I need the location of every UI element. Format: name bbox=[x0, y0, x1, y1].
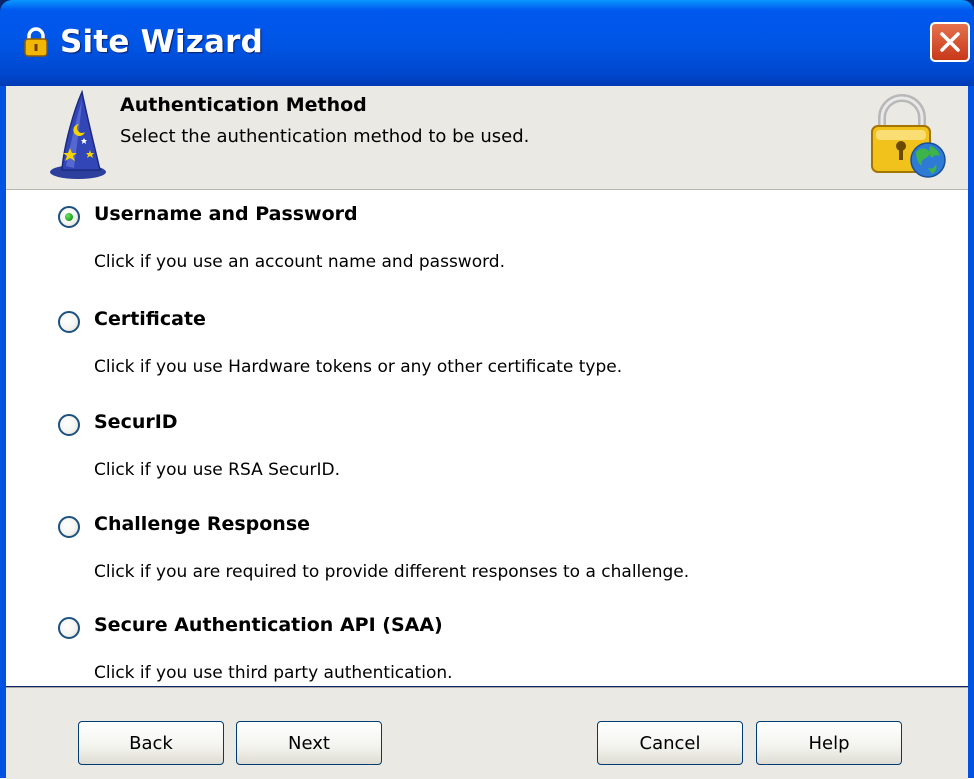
option-description: Click if you are required to provide dif… bbox=[94, 562, 690, 582]
header-subtitle: Select the authentication method to be u… bbox=[120, 126, 530, 147]
close-icon bbox=[940, 32, 960, 52]
header-title: Authentication Method bbox=[120, 94, 367, 116]
option-label[interactable]: Secure Authentication API (SAA) bbox=[94, 614, 443, 636]
option-label[interactable]: SecurID bbox=[94, 411, 178, 433]
radio-saa[interactable] bbox=[58, 617, 80, 639]
option-description: Click if you use Hardware tokens or any … bbox=[94, 357, 623, 377]
window-frame-right bbox=[968, 86, 974, 778]
window-title: Site Wizard bbox=[60, 24, 264, 60]
radio-challenge-response[interactable] bbox=[58, 516, 80, 538]
option-description: Click if you use RSA SecurID. bbox=[94, 460, 340, 480]
help-button[interactable]: Help bbox=[756, 721, 902, 765]
back-button[interactable]: Back bbox=[78, 721, 224, 765]
close-button[interactable] bbox=[930, 22, 970, 62]
lock-globe-icon bbox=[871, 94, 946, 178]
radio-securid[interactable] bbox=[58, 414, 80, 436]
auth-options-panel: Username and Password Click if you use a… bbox=[6, 190, 968, 686]
radio-username-password[interactable] bbox=[58, 206, 80, 228]
radio-selected-dot bbox=[65, 213, 73, 221]
option-label[interactable]: Username and Password bbox=[94, 203, 358, 225]
site-wizard-window: Site Wizard Authentication Method Select… bbox=[0, 0, 974, 779]
option-label[interactable]: Challenge Response bbox=[94, 513, 310, 535]
option-description: Click if you use third party authenticat… bbox=[94, 663, 453, 683]
option-description: Click if you use an account name and pas… bbox=[94, 252, 505, 272]
cancel-button[interactable]: Cancel bbox=[597, 721, 743, 765]
lock-icon bbox=[24, 27, 48, 57]
title-bar[interactable]: Site Wizard bbox=[0, 0, 974, 86]
wizard-hat-icon bbox=[50, 90, 106, 179]
wizard-footer: Back Next Cancel Help bbox=[6, 687, 968, 779]
wizard-header: Authentication Method Select the authent… bbox=[6, 86, 968, 190]
radio-certificate[interactable] bbox=[58, 311, 80, 333]
option-label[interactable]: Certificate bbox=[94, 308, 206, 330]
next-button[interactable]: Next bbox=[236, 721, 382, 765]
